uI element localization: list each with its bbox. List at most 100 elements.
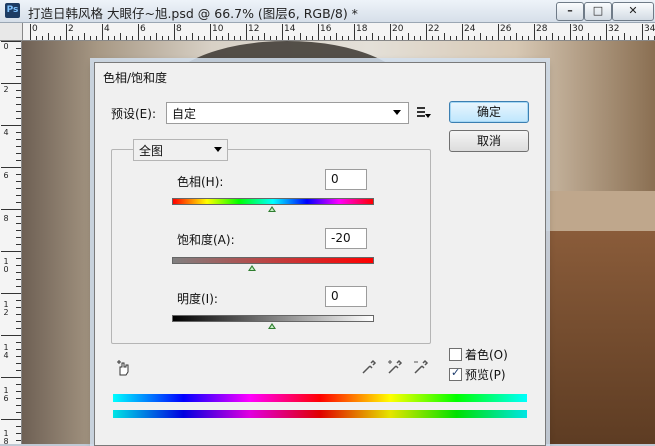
ruler-tick	[144, 36, 145, 40]
photo-wood-wall-region	[535, 231, 655, 444]
vertical-ruler[interactable]: 0 2 4 6 8 1 0 1 2 1 4 1 6 1 8	[0, 23, 22, 444]
ruler-tick	[1, 335, 21, 336]
ruler-tick	[16, 412, 21, 413]
ruler-tick	[16, 76, 21, 77]
ruler-tick	[468, 36, 469, 40]
ruler-tick	[582, 36, 583, 40]
ruler-tick	[438, 36, 439, 40]
colorize-checkbox[interactable]	[449, 348, 462, 361]
ruler-tick	[16, 363, 21, 364]
ruler-tick	[246, 24, 247, 40]
ruler-tick	[180, 36, 181, 40]
saturation-input[interactable]: -20	[325, 228, 367, 249]
lightness-slider-track[interactable]	[172, 315, 374, 322]
ruler-tick	[648, 36, 649, 40]
ruler-tick	[16, 328, 21, 329]
ruler-tick	[156, 33, 157, 40]
ruler-tick	[16, 356, 21, 357]
ruler-tick	[240, 36, 241, 40]
saturation-slider-thumb[interactable]	[248, 265, 256, 271]
ruler-tick	[306, 36, 307, 40]
saturation-slider-track[interactable]	[172, 257, 374, 264]
maximize-icon: □	[592, 4, 604, 17]
ruler-tick	[624, 33, 625, 40]
ruler-tick	[16, 188, 21, 189]
ruler-tick	[1, 293, 21, 294]
preview-checkbox[interactable]	[449, 366, 462, 381]
ruler-tick	[36, 36, 37, 40]
ruler-tick	[414, 36, 415, 40]
ruler-tick	[192, 33, 193, 40]
lightness-slider-thumb[interactable]	[268, 323, 276, 329]
ruler-label: 24	[464, 24, 476, 34]
ruler-tick	[162, 36, 163, 40]
ruler-tick	[16, 146, 21, 147]
chevron-down-icon	[393, 110, 401, 115]
ruler-tick	[1, 251, 21, 252]
eyedropper-plus-icon[interactable]	[387, 359, 403, 375]
hue-slider-track[interactable]	[172, 198, 374, 205]
ruler-tick	[16, 104, 21, 105]
cancel-button[interactable]: 取消	[449, 130, 529, 152]
ruler-tick	[16, 174, 21, 175]
ruler-tick	[642, 24, 643, 40]
ruler-tick	[564, 36, 565, 40]
ruler-tick	[324, 36, 325, 40]
ruler-label: 26	[500, 24, 512, 34]
preset-value: 自定	[172, 107, 197, 121]
hue-input[interactable]: 0	[325, 169, 367, 190]
ruler-tick	[138, 24, 139, 40]
hue-slider-thumb[interactable]	[268, 206, 276, 212]
eyedropper-icon[interactable]	[361, 359, 377, 375]
preset-select[interactable]: 自定	[166, 102, 409, 124]
ruler-tick	[16, 307, 21, 308]
ruler-tick	[408, 33, 409, 40]
minimize-button[interactable]: –	[556, 2, 584, 21]
ruler-tick	[234, 36, 235, 40]
ruler-label: 4	[104, 24, 110, 34]
ruler-tick	[570, 24, 571, 40]
ruler-tick	[528, 36, 529, 40]
maximize-button[interactable]: □	[584, 2, 612, 21]
ruler-tick	[1, 125, 21, 126]
ruler-tick	[16, 405, 21, 406]
ruler-tick	[16, 160, 21, 161]
ruler-tick	[300, 33, 301, 40]
ruler-tick	[486, 36, 487, 40]
ok-button[interactable]: 确定	[449, 101, 529, 123]
ruler-tick	[612, 36, 613, 40]
ruler-tick	[462, 24, 463, 40]
targeted-adjustment-hand-icon[interactable]	[115, 359, 133, 377]
preview-label: 预览(P)	[465, 368, 506, 382]
ruler-tick	[102, 24, 103, 40]
ruler-tick	[16, 216, 21, 217]
ruler-corner[interactable]	[0, 23, 23, 41]
ruler-tick	[16, 391, 21, 392]
ruler-tick	[16, 440, 21, 441]
ruler-tick	[348, 36, 349, 40]
ruler-tick	[630, 36, 631, 40]
ruler-tick	[16, 90, 21, 91]
ruler-tick	[16, 97, 21, 98]
ruler-tick	[16, 286, 21, 287]
ruler-tick	[510, 36, 511, 40]
ruler-tick	[16, 314, 21, 315]
ruler-tick	[516, 33, 517, 40]
ruler-tick	[16, 279, 21, 280]
ruler-tick	[126, 36, 127, 40]
ruler-label: 4	[3, 128, 9, 137]
eyedropper-minus-icon[interactable]	[413, 359, 429, 375]
lightness-input[interactable]: 0	[325, 286, 367, 307]
ruler-tick	[16, 433, 21, 434]
close-button[interactable]: ✕	[612, 2, 654, 21]
ruler-label: 16	[320, 24, 332, 34]
ruler-tick	[606, 24, 607, 40]
ruler-label: 28	[536, 24, 548, 34]
ruler-tick	[16, 230, 21, 231]
edit-range-select[interactable]: 全图	[133, 139, 228, 161]
preset-options-menu-icon[interactable]	[417, 105, 431, 119]
ruler-tick	[132, 36, 133, 40]
horizontal-ruler[interactable]: 0 2 4 6 8 10 12 14 16 18 20 22 24 26 28 30 32 34	[22, 23, 655, 41]
ruler-tick	[402, 36, 403, 40]
ruler-label: 2	[68, 24, 74, 34]
